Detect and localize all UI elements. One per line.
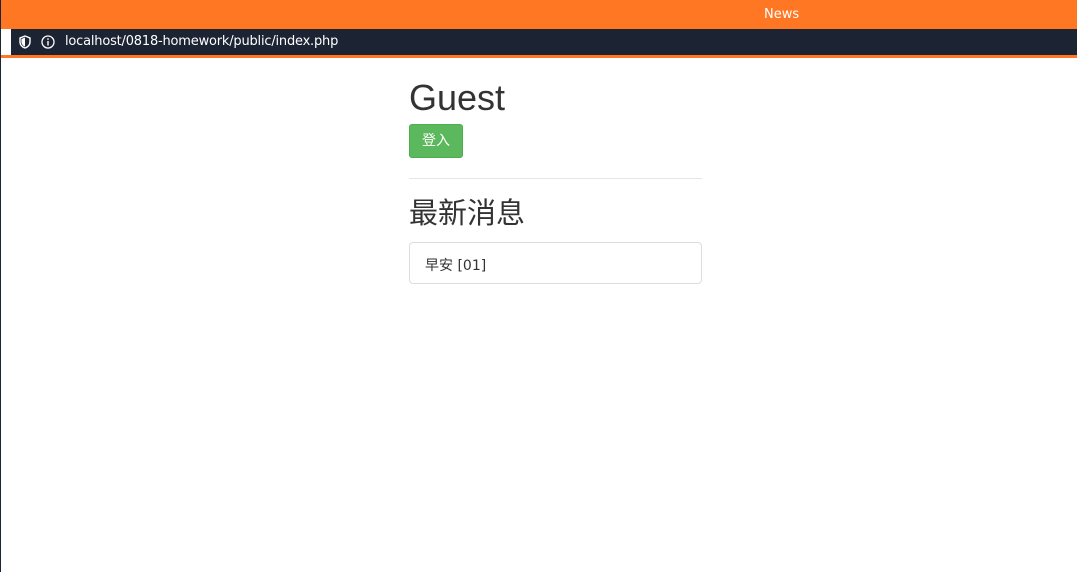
news-item[interactable]: 早安 [01] xyxy=(425,255,486,275)
page-content: Guest 登入 最新消息 早安 [01] xyxy=(1,58,1077,572)
shield-icon[interactable] xyxy=(19,35,31,49)
news-section-title: 最新消息 xyxy=(409,196,526,230)
url-text[interactable]: localhost/0818-homework/public/index.php xyxy=(65,34,338,49)
address-bar[interactable]: localhost/0818-homework/public/index.php xyxy=(11,29,1077,55)
info-icon[interactable] xyxy=(41,35,55,49)
browser-window: News localhost/0818-homework/public/inde… xyxy=(0,0,1077,572)
window-title: News xyxy=(764,7,800,22)
user-name-heading: Guest xyxy=(409,77,506,118)
divider xyxy=(409,178,702,179)
login-button[interactable]: 登入 xyxy=(409,124,463,158)
browser-titlebar: News xyxy=(1,0,1077,29)
news-list: 早安 [01] xyxy=(409,242,702,284)
